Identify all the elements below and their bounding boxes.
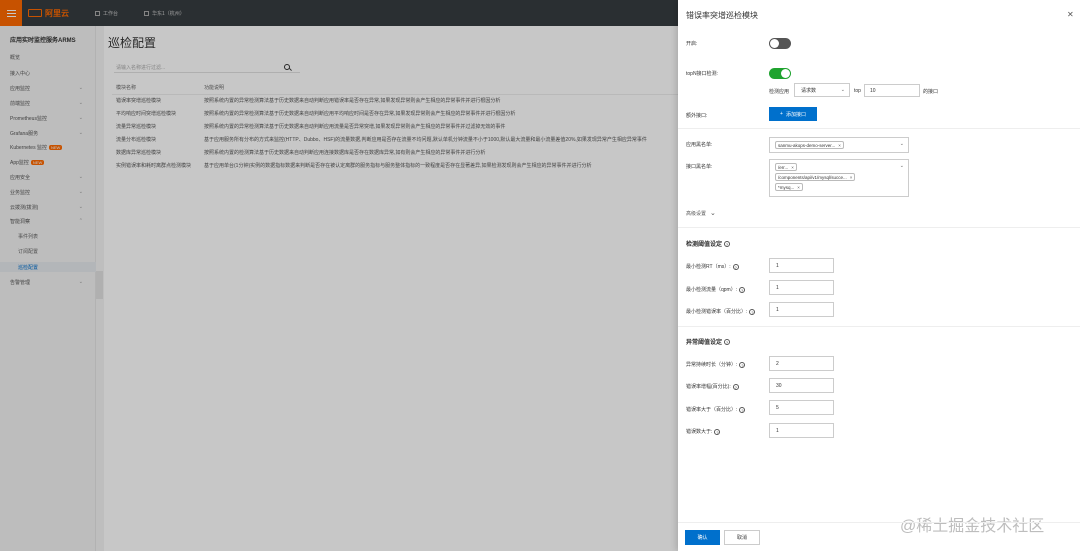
- help-icon[interactable]: ?: [749, 308, 756, 315]
- duration-input[interactable]: 2: [769, 356, 834, 371]
- help-icon[interactable]: ?: [732, 263, 739, 270]
- chevron-down-icon: ⌄: [840, 87, 845, 93]
- chevron-down-icon: ⌄: [710, 210, 716, 217]
- tag-close-icon[interactable]: ×: [838, 143, 841, 148]
- watermark: @稀土掘金技术社区: [900, 518, 1045, 535]
- detect-threshold-title: 检测阈值设定?: [686, 241, 731, 248]
- help-icon[interactable]: ?: [714, 428, 721, 435]
- help-icon[interactable]: ?: [739, 361, 746, 368]
- detect-field-label: 最小检测RT（ms）:?: [686, 263, 739, 270]
- help-icon[interactable]: ?: [739, 406, 746, 413]
- min-rt-input[interactable]: 1: [769, 258, 834, 273]
- error-rate-growth-input[interactable]: 30: [769, 378, 834, 393]
- help-icon[interactable]: ?: [724, 339, 731, 346]
- anomaly-threshold-title: 异常阈值设定?: [686, 339, 731, 346]
- error-rate-above-input[interactable]: 5: [769, 400, 834, 415]
- advanced-settings-toggle[interactable]: 高级设置 ⌄: [686, 209, 716, 217]
- chevron-down-icon: ⌄: [899, 141, 904, 147]
- api-tag[interactable]: /err... ×: [775, 163, 797, 171]
- api-blacklist-select[interactable]: /err... × /components/api/v1/mysql/succe.…: [769, 159, 909, 197]
- divider: [678, 522, 1080, 523]
- close-icon[interactable]: ✕: [1067, 10, 1074, 19]
- top-suffix-label: 的接口: [923, 89, 939, 95]
- chevron-down-icon: ⌄: [899, 163, 904, 169]
- divider: [678, 227, 1080, 228]
- help-icon[interactable]: ?: [739, 286, 746, 293]
- tag-close-icon[interactable]: ×: [791, 165, 794, 170]
- anomaly-field-label: 错误率大于（百分比）:?: [686, 406, 746, 413]
- detect-field-label: 最小检测错误率（百分比）:?: [686, 308, 756, 315]
- api-tag[interactable]: /components/api/v1/mysql/succe... ×: [775, 173, 856, 181]
- toggle-knob: [781, 69, 790, 78]
- api-tag[interactable]: *mysq... ×: [775, 183, 803, 191]
- tag-close-icon[interactable]: ×: [797, 185, 800, 190]
- topn-label: topN接口检测:: [686, 71, 718, 77]
- anomaly-field-label: 异常持续时长（分钟）:?: [686, 361, 746, 368]
- api-blacklist-label: 接口黑名单:: [686, 164, 713, 170]
- confirm-button[interactable]: 确认: [685, 530, 720, 545]
- app-blacklist-label: 应用黑名单:: [686, 142, 713, 148]
- divider: [678, 128, 1080, 129]
- tag-close-icon[interactable]: ×: [850, 175, 853, 180]
- anomaly-field-label: 错误数大于:?: [686, 428, 721, 435]
- enable-toggle[interactable]: [769, 38, 791, 49]
- modal-overlay[interactable]: [0, 0, 678, 551]
- drawer-title: 错误率突增巡检模块: [686, 11, 758, 20]
- cancel-button[interactable]: 取消: [724, 530, 760, 545]
- detect-field-label: 最小检测流量（qpm）:?: [686, 286, 746, 293]
- add-api-button[interactable]: + 添加接口: [769, 107, 817, 121]
- min-qpm-input[interactable]: 1: [769, 280, 834, 295]
- divider: [678, 326, 1080, 327]
- anomaly-field-label: 错误率增幅(百分比):?: [686, 383, 739, 390]
- toggle-knob: [770, 39, 779, 48]
- detect-metric-select[interactable]: 请求数 ⌄: [794, 83, 850, 97]
- app-blacklist-select[interactable]: sanmu-akops-demo-server... × ⌄: [769, 137, 909, 153]
- topn-input[interactable]: 10: [864, 84, 920, 97]
- config-drawer: 错误率突增巡检模块 ✕ 开启: topN接口检测: 检测应用 请求数 ⌄ top …: [678, 0, 1080, 551]
- min-error-rate-input[interactable]: 1: [769, 302, 834, 317]
- app-tag[interactable]: sanmu-akops-demo-server... ×: [775, 141, 844, 149]
- help-icon[interactable]: ?: [732, 383, 739, 390]
- topn-toggle[interactable]: [769, 68, 791, 79]
- enable-label: 开启:: [686, 41, 698, 47]
- plus-icon: +: [780, 111, 783, 117]
- help-icon[interactable]: ?: [724, 241, 731, 248]
- extra-api-label: 额外接口:: [686, 113, 708, 119]
- error-count-input[interactable]: 1: [769, 423, 834, 438]
- top-label: top: [854, 88, 861, 94]
- detect-app-label: 检测应用: [769, 89, 790, 95]
